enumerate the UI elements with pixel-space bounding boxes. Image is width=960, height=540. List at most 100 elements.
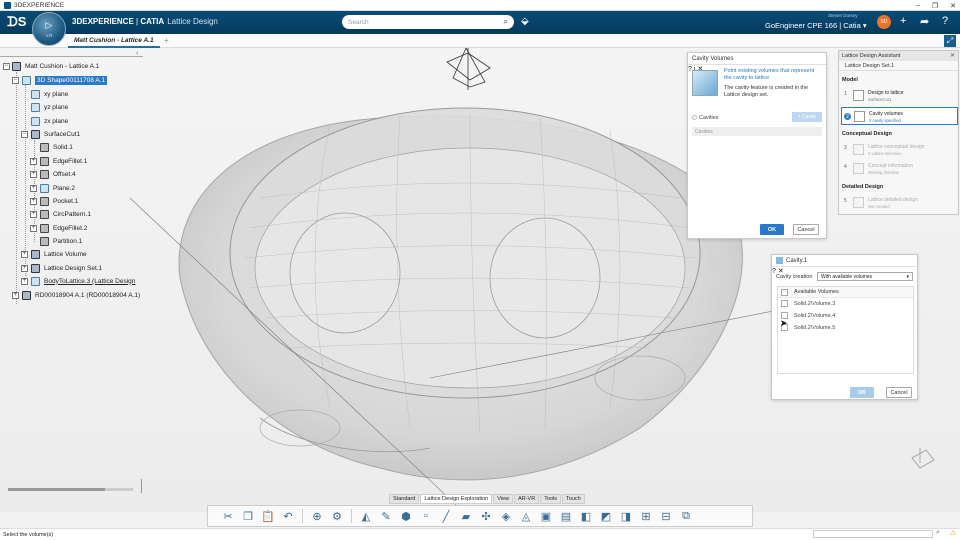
tree-node-surfacecut1[interactable]: SurfaceCut1 bbox=[31, 128, 80, 140]
expand-toggle[interactable]: + bbox=[30, 158, 37, 165]
cancel-button[interactable]: Cancel bbox=[886, 387, 912, 398]
extrude-icon[interactable]: ◨ bbox=[618, 508, 634, 524]
avatar[interactable]: SD bbox=[877, 15, 891, 29]
measure-icon[interactable]: ⊞ bbox=[638, 508, 654, 524]
zoom-icon[interactable]: ⊕ bbox=[309, 508, 325, 524]
tree-node-pocket1[interactable]: Pocket.1 bbox=[40, 195, 78, 207]
step-cavity-volumes[interactable]: 2 Cavity volumes 0 cavity specified bbox=[841, 107, 958, 125]
shell-icon[interactable]: ◧ bbox=[578, 508, 594, 524]
cube-icon[interactable]: ⧉ bbox=[678, 508, 694, 524]
step-concept-information[interactable]: 4 Concept information Missing direction bbox=[841, 160, 958, 178]
volume-checkbox[interactable] bbox=[781, 300, 788, 307]
tree-node-rd00018904[interactable]: RD00018904 A.1 (RD00018904 A.1) bbox=[22, 289, 140, 301]
tab-ar-vr[interactable]: AR-VR bbox=[514, 494, 540, 504]
volume-row-3[interactable]: Solid.2\Volume.3 bbox=[778, 298, 913, 310]
tree-node-offset4[interactable]: Offset.4 bbox=[40, 168, 76, 180]
close-window-button[interactable]: ✕ bbox=[950, 2, 956, 10]
tree-node-root[interactable]: Matt Cushion - Lattice A.1 bbox=[12, 60, 99, 72]
ok-button[interactable]: OK bbox=[760, 224, 784, 235]
tree-node-zx-plane[interactable]: zx plane bbox=[31, 115, 68, 127]
tag-icon[interactable]: ⬙ bbox=[521, 16, 529, 27]
tree-node-bodytolattice[interactable]: BodyToLattice.3 (Lattice Design bbox=[31, 275, 135, 287]
tree-node-yz-plane[interactable]: yz plane bbox=[31, 101, 68, 113]
tree-scrollbar-thumb[interactable] bbox=[8, 488, 105, 491]
minimize-button[interactable]: – bbox=[916, 2, 920, 9]
copy-icon[interactable]: ❐ bbox=[240, 508, 256, 524]
line-icon[interactable]: ╱ bbox=[438, 508, 454, 524]
add-tab-button[interactable]: + bbox=[164, 36, 169, 45]
select-all-checkbox[interactable] bbox=[781, 289, 788, 296]
edit-icon[interactable]: ✎ bbox=[378, 508, 394, 524]
tree-node-lattice-volume[interactable]: Lattice Volume bbox=[31, 248, 87, 260]
share-icon[interactable]: ➦ bbox=[920, 15, 929, 28]
search-box[interactable]: ⌕ bbox=[342, 15, 514, 29]
paste-icon[interactable]: 📋 bbox=[260, 508, 276, 524]
help-icon[interactable]: ? bbox=[942, 15, 948, 27]
expand-toggle[interactable]: + bbox=[21, 251, 28, 258]
cavities-radio[interactable] bbox=[692, 115, 697, 120]
lattice-icon[interactable]: ⬢ bbox=[398, 508, 414, 524]
plane-icon[interactable]: ▰ bbox=[458, 508, 474, 524]
expand-toggle[interactable]: − bbox=[3, 63, 10, 70]
volume-row-4[interactable]: Solid.2\Volume.4 bbox=[778, 310, 913, 322]
search-icon[interactable]: ⌕ bbox=[936, 529, 940, 537]
volume-icon[interactable]: ▤ bbox=[558, 508, 574, 524]
search-input[interactable] bbox=[348, 18, 504, 26]
sweep-icon[interactable]: ◬ bbox=[518, 508, 534, 524]
settings-icon[interactable]: ⚙ bbox=[329, 508, 345, 524]
warning-icon[interactable]: ⚠ bbox=[950, 529, 956, 537]
tree-node-partition1[interactable]: Partition.1 bbox=[40, 235, 82, 247]
collab-space-selector[interactable]: GoEngineer CPE 166 | Catia ▾ bbox=[765, 21, 867, 30]
step-lattice-detailed-design[interactable]: 5 Lattice detailed design Not created bbox=[841, 194, 958, 212]
axis-icon[interactable]: ✣ bbox=[478, 508, 494, 524]
tree-node-solid1[interactable]: Solid.1 bbox=[40, 141, 73, 153]
add-icon[interactable]: + bbox=[900, 15, 906, 27]
tab-matt-cushion[interactable]: Matt Cushion - Lattice A.1 bbox=[68, 34, 160, 48]
cancel-button[interactable]: Cancel bbox=[793, 224, 819, 235]
section-icon[interactable]: ⊟ bbox=[658, 508, 674, 524]
tab-view[interactable]: View bbox=[493, 494, 514, 504]
step-design-to-lattice[interactable]: 1 Design to lattice SurfaceCut1 bbox=[841, 87, 958, 105]
cavity-creation-select[interactable]: With available volumes ▾ bbox=[817, 272, 913, 281]
point-icon[interactable]: ▫ bbox=[418, 508, 434, 524]
expand-toggle[interactable]: + bbox=[30, 211, 37, 218]
tree-node-lattice-design-set[interactable]: Lattice Design Set.1 bbox=[31, 262, 102, 274]
expand-toggle[interactable]: + bbox=[21, 265, 28, 272]
expand-toggle[interactable]: + bbox=[30, 198, 37, 205]
expand-toggle[interactable]: − bbox=[21, 131, 28, 138]
solid-icon[interactable]: ▣ bbox=[538, 508, 554, 524]
cavities-list[interactable]: Cavities bbox=[692, 127, 822, 136]
expand-icon[interactable]: ⤢ bbox=[944, 35, 956, 47]
surface-icon[interactable]: ◈ bbox=[498, 508, 514, 524]
tree-node-edgefillet1[interactable]: EdgeFillet.1 bbox=[40, 155, 87, 167]
tab-tools[interactable]: Tools bbox=[540, 494, 562, 504]
expand-toggle[interactable]: + bbox=[30, 185, 37, 192]
expand-toggle[interactable]: − bbox=[12, 77, 19, 84]
tab-standard[interactable]: Standard bbox=[389, 494, 420, 504]
expand-toggle[interactable]: + bbox=[12, 292, 19, 299]
fill-icon[interactable]: ◩ bbox=[598, 508, 614, 524]
expand-toggle[interactable]: + bbox=[30, 171, 37, 178]
expand-toggle[interactable]: + bbox=[30, 225, 37, 232]
tree-node-circpattern1[interactable]: CircPattern.1 bbox=[40, 208, 91, 220]
tab-touch[interactable]: Touch bbox=[562, 494, 585, 504]
tree-scrollbar[interactable] bbox=[8, 488, 133, 491]
play-icon[interactable]: ▷ bbox=[46, 20, 53, 31]
step-lattice-conceptual-design[interactable]: 3 Lattice conceptual design 0 Lattice se… bbox=[841, 141, 958, 159]
volume-row-5[interactable]: Solid.2\Volume.5 bbox=[778, 322, 913, 334]
command-input[interactable] bbox=[813, 530, 933, 538]
maximize-button[interactable]: ❐ bbox=[932, 2, 938, 10]
expand-toggle[interactable]: + bbox=[21, 278, 28, 285]
compass-widget[interactable]: ▷ V.R bbox=[32, 12, 66, 46]
tree-node-plane2[interactable]: Plane.2 bbox=[40, 182, 75, 194]
close-icon[interactable]: ✕ bbox=[950, 52, 955, 59]
add-cavity-button[interactable]: + Cavity bbox=[792, 112, 822, 122]
ok-button[interactable]: OK bbox=[850, 387, 874, 398]
ds-logo-icon[interactable]: ᗪS bbox=[7, 14, 26, 30]
design-to-lattice-icon[interactable]: ◭ bbox=[358, 508, 374, 524]
cut-icon[interactable]: ✂ bbox=[220, 508, 236, 524]
tree-node-edgefillet2[interactable]: EdgeFillet.2 bbox=[40, 222, 87, 234]
tree-node-3d-shape[interactable]: 3D Shape00111708 A.1 bbox=[22, 74, 108, 86]
tab-lattice-design-exploration[interactable]: Lattice Design Exploration bbox=[420, 494, 493, 504]
tree-node-xy-plane[interactable]: xy plane bbox=[31, 88, 68, 100]
